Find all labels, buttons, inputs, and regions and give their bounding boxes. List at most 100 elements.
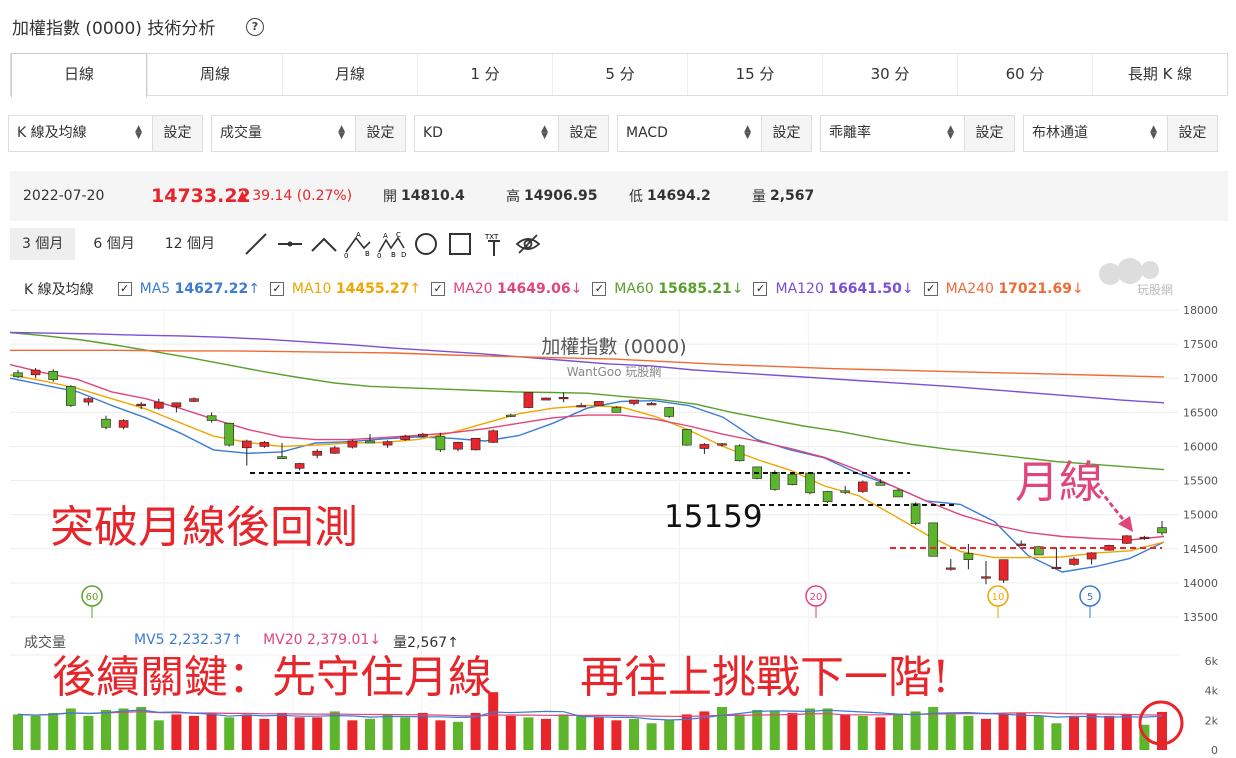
text-tool-icon[interactable]: TXT [477,228,511,260]
volume-bar [312,717,323,750]
volume-bar [224,717,235,750]
candle-body [805,472,815,494]
volume-bar [1069,715,1079,750]
tab-15min[interactable]: 15 分 [687,54,822,95]
ma-legend: K 線及均線 ✓ MA5 14627.22 ↑ ✓ MA10 14455.27 ↑ ✓ M… [24,279,1094,299]
volume-value: 量2,567↑ [393,635,459,651]
indicator-select-2[interactable]: 成交量 ▲ ▼ [212,116,355,151]
horizontal-line-icon[interactable] [273,228,307,260]
tab-30min[interactable]: 30 分 [822,54,957,95]
ma-line-ma120 [9,331,1165,404]
candle-body [699,444,710,449]
tab-60min[interactable]: 60 分 [957,54,1092,95]
abc-pattern-icon[interactable]: 0 A B [341,228,375,260]
y-tick-label: 17500 [1183,338,1218,351]
settings-button-3[interactable]: 設定 [558,116,608,151]
ma5-checkbox[interactable]: ✓ [117,282,132,296]
quote-change: ▲ 39.14 (0.27%) [237,188,353,204]
indicator-select-3[interactable]: KD ▲ ▼ [415,116,558,151]
indicator-select-1[interactable]: K 線及均線 ▲ ▼ [9,116,152,151]
settings-button-5[interactable]: 設定 [964,116,1014,151]
angle-line-icon[interactable] [307,228,341,260]
question-circle-icon[interactable]: ? [246,18,264,36]
settings-button-4[interactable]: 設定 [761,116,811,151]
y-tick-label: 15500 [1183,475,1218,488]
rectangle-tool-icon[interactable] [443,228,477,260]
ma120-checkbox[interactable]: ✓ [753,282,768,296]
ma10-checkbox[interactable]: ✓ [269,282,284,296]
ma240-checkbox[interactable]: ✓ [923,282,938,296]
tab-daily[interactable]: 日線 [11,53,147,98]
volume-bar [576,715,587,750]
candle-body [981,576,991,579]
tab-long-term[interactable]: 長期 K 線 [1092,54,1227,95]
volume-tick-label: 0 [1211,744,1218,757]
indicator-select-4[interactable]: MACD ▲ ▼ [618,116,761,151]
svg-text:C: C [396,231,401,239]
range-6m[interactable]: 6 個月 [81,228,146,260]
ma120-value: 16641.50 [828,281,902,297]
volume-bar [752,709,763,750]
indicator-select-6[interactable]: 布林通道 ▲ ▼ [1024,116,1167,151]
ma-line-ma5 [9,377,1165,573]
tab-1min[interactable]: 1 分 [417,54,552,95]
volume-bar [488,692,499,750]
volume-bar [189,715,199,750]
tab-monthly[interactable]: 月線 [282,54,417,95]
volume-tick-label: 4k [1205,685,1219,698]
candle-body [734,445,745,462]
settings-button-1[interactable]: 設定 [152,116,202,151]
candle-body [611,407,622,413]
ma240-value: 17021.69 [998,281,1072,297]
volume-bar [1016,712,1027,750]
volume-bar [171,714,182,750]
candle-body [453,442,463,450]
range-3m[interactable]: 3 個月 [10,228,76,260]
volume-bar [505,715,516,750]
sort-arrows-icon: ▲ ▼ [1150,124,1157,141]
volume-bar [65,708,76,750]
volume-bar [646,723,657,750]
ma-legend-label: K 線及均線 [24,282,94,298]
abcd-pattern-icon[interactable]: 0 AC BD [375,228,409,260]
ma-badge-60: 60 [81,585,103,618]
candle-body [154,401,164,409]
volume-bar [523,717,534,750]
volume-bar [277,712,287,750]
ma20-checkbox[interactable]: ✓ [431,282,446,296]
range-12m[interactable]: 12 個月 [153,228,227,260]
volume-bar [153,720,164,750]
hide-eye-icon[interactable] [511,228,545,260]
tab-weekly[interactable]: 周線 [147,54,282,95]
candle-body [242,440,252,449]
y-tick-label: 14500 [1183,543,1218,556]
tab-5min[interactable]: 5 分 [552,54,687,95]
sort-arrows-icon: ▲ ▼ [947,124,954,141]
volume-bar [998,714,1009,750]
indicator-select-5[interactable]: 乖離率 ▲ ▼ [821,116,964,151]
volume-bar [347,720,358,750]
page-title: 加權指數 (0000) 技術分析 [12,19,216,39]
volume-bar [875,717,886,750]
candle-body [664,407,675,417]
svg-text:B: B [365,250,370,258]
settings-button-6[interactable]: 設定 [1167,116,1217,151]
settings-button-2[interactable]: 設定 [355,116,405,151]
candle-body [787,474,798,485]
volume-highlight-circle [1138,700,1184,746]
volume-bar [629,718,639,750]
candle-body [13,372,23,378]
candle-body [294,463,305,469]
candle-body [769,472,780,490]
circle-tool-icon[interactable] [409,228,443,260]
ma-line-ma240 [10,349,1165,378]
volume-bar [805,708,815,750]
volume-bar [857,715,868,750]
line-tool-icon[interactable] [239,228,273,260]
candle-body [277,456,287,460]
volume-bar [787,712,798,750]
sort-arrows-icon: ▲ ▼ [135,124,142,141]
volume-bar [893,714,903,750]
candle-body [1034,546,1044,556]
ma60-checkbox[interactable]: ✓ [592,282,607,296]
